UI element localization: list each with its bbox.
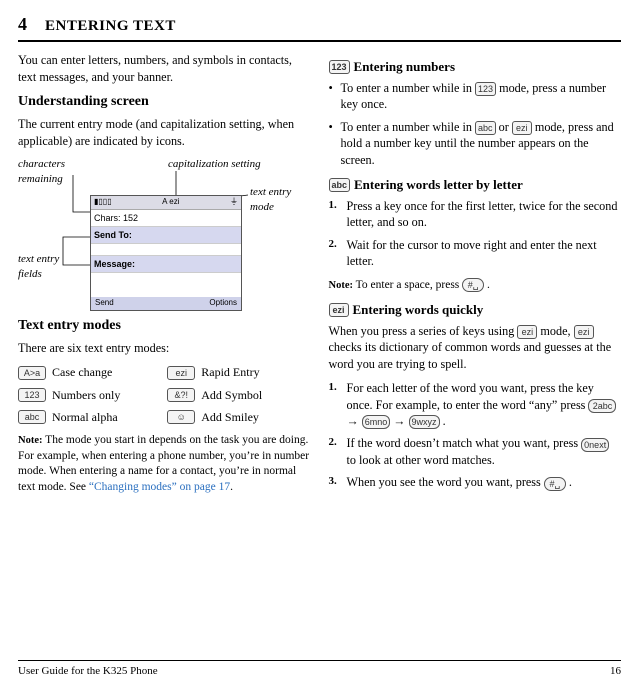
- text: If the word doesn’t match what you want,…: [347, 436, 582, 450]
- key-2-icon: 2abc: [588, 399, 616, 413]
- numbers-bullet-1: To enter a number while in 123 mode, pre…: [329, 80, 622, 113]
- numbers-bullets: To enter a number while in 123 mode, pre…: [329, 80, 622, 168]
- space-key-icon: #␣: [462, 278, 484, 292]
- modes-heading: Text entry modes: [18, 317, 311, 336]
- mode-123-icon: 123: [475, 82, 496, 96]
- arrow-icon: →: [390, 414, 408, 428]
- mode-ezi-icon: ezi: [512, 121, 532, 135]
- add-symbol-label: Add Symbol: [201, 387, 310, 403]
- status-signal-icon: ▮▯▯▯: [94, 197, 112, 208]
- arrow-icon: →: [347, 414, 362, 428]
- softkey-left: Send: [95, 298, 114, 309]
- text: or: [496, 120, 512, 134]
- key-9-icon: 9wxyz: [409, 415, 440, 429]
- entering-quickly-heading: ezi Entering words quickly: [329, 301, 622, 319]
- send-to-field: [91, 244, 241, 256]
- understanding-body: The current entry mode (and capitalizati…: [18, 116, 311, 149]
- case-change-label: Case change: [52, 364, 161, 380]
- ezi-icon: ezi: [574, 325, 594, 339]
- send-to-label: Send To:: [91, 227, 241, 244]
- numbers-mode-icon: 123: [329, 60, 350, 74]
- add-symbol-icon: &?!: [167, 388, 195, 402]
- entering-quickly-title: Entering words quickly: [353, 301, 484, 319]
- text: to look at other word matches.: [347, 453, 495, 467]
- page-footer: User Guide for the K325 Phone 16: [18, 660, 621, 679]
- text: To enter a space, press: [356, 279, 462, 291]
- text: .: [484, 279, 490, 291]
- mode-abc-icon: abc: [475, 121, 496, 135]
- modes-intro: There are six text entry modes:: [18, 340, 311, 356]
- modes-note: Note: The mode you start in depends on t…: [18, 433, 311, 495]
- letters-note: Note: To enter a space, press #␣ .: [329, 278, 622, 294]
- normal-alpha-label: Normal alpha: [52, 409, 161, 425]
- text: checks its dictionary of common words an…: [329, 340, 612, 370]
- letters-step-2: Wait for the cursor to move right and en…: [329, 237, 622, 270]
- chapter-header: 4 ENTERING TEXT: [18, 12, 621, 42]
- numbers-only-label: Numbers only: [52, 387, 161, 403]
- note-label: Note:: [18, 435, 43, 446]
- softkey-bar: Send Options: [91, 297, 241, 310]
- entering-letters-heading: abc Entering words letter by letter: [329, 176, 622, 194]
- quickly-step-2: If the word doesn’t match what you want,…: [329, 435, 622, 468]
- quickly-intro: When you press a series of keys using ez…: [329, 323, 622, 372]
- entering-letters-title: Entering words letter by letter: [354, 176, 523, 194]
- quickly-step-1: For each letter of the word you want, pr…: [329, 380, 622, 429]
- page-number: 16: [610, 664, 621, 679]
- chapter-number: 4: [18, 12, 27, 36]
- phone-screen: ▮▯▯▯ A ezi ⏚ Chars: 152 Send To: Message…: [90, 195, 242, 311]
- letters-steps: Press a key once for the first letter, t…: [329, 198, 622, 270]
- screen-diagram: characters remaining capitalization sett…: [18, 157, 311, 307]
- intro-paragraph: You can enter letters, numbers, and symb…: [18, 52, 311, 85]
- ezi-mode-icon: ezi: [329, 303, 349, 317]
- text: .: [566, 475, 572, 489]
- quickly-step-3: When you see the word you want, press #␣…: [329, 474, 622, 490]
- numbers-only-icon: 123: [18, 388, 46, 402]
- chapter-title: ENTERING TEXT: [45, 16, 176, 36]
- content-columns: You can enter letters, numbers, and symb…: [18, 52, 621, 503]
- message-field: [91, 273, 241, 297]
- text: When you press a series of keys using: [329, 324, 518, 338]
- key-0-next-icon: 0next: [581, 438, 609, 452]
- modes-note-end: .: [230, 481, 233, 493]
- quickly-steps: For each letter of the word you want, pr…: [329, 380, 622, 491]
- text: To enter a number while in: [341, 81, 476, 95]
- status-mode-icons: A ezi: [162, 197, 179, 208]
- case-change-icon: A>a: [18, 366, 46, 380]
- entering-numbers-heading: 123 Entering numbers: [329, 58, 622, 76]
- message-label: Message:: [91, 256, 241, 273]
- text: To enter a number while in: [341, 120, 476, 134]
- status-right-icon: ⏚: [230, 197, 238, 208]
- hash-key-icon: #␣: [544, 477, 566, 491]
- modes-table: A>a Case change ezi Rapid Entry 123 Numb…: [18, 364, 311, 425]
- softkey-right: Options: [209, 298, 237, 309]
- footer-title: User Guide for the K325 Phone: [18, 664, 158, 679]
- rapid-entry-icon: ezi: [167, 366, 195, 380]
- text: .: [440, 414, 446, 428]
- normal-alpha-icon: abc: [18, 410, 46, 424]
- note-label: Note:: [329, 280, 354, 291]
- add-smiley-label: Add Smiley: [201, 409, 310, 425]
- letters-step-1: Press a key once for the first letter, t…: [329, 198, 622, 231]
- text: For each letter of the word you want, pr…: [347, 381, 594, 411]
- ezi-icon: ezi: [517, 325, 537, 339]
- numbers-bullet-2: To enter a number while in abc or ezi mo…: [329, 119, 622, 168]
- text: mode,: [537, 324, 573, 338]
- left-column: You can enter letters, numbers, and symb…: [18, 52, 311, 503]
- entering-numbers-title: Entering numbers: [354, 58, 455, 76]
- phone-status-bar: ▮▯▯▯ A ezi ⏚: [91, 196, 241, 210]
- rapid-entry-label: Rapid Entry: [201, 364, 310, 380]
- add-smiley-icon: ☺: [167, 410, 195, 424]
- key-6-icon: 6mno: [362, 415, 391, 429]
- right-column: 123 Entering numbers To enter a number w…: [329, 52, 622, 503]
- text: When you see the word you want, press: [347, 475, 544, 489]
- abc-mode-icon: abc: [329, 178, 351, 192]
- understanding-heading: Understanding screen: [18, 93, 311, 112]
- chars-line: Chars: 152: [91, 210, 241, 227]
- changing-modes-link[interactable]: “Changing modes” on page 17: [89, 481, 230, 493]
